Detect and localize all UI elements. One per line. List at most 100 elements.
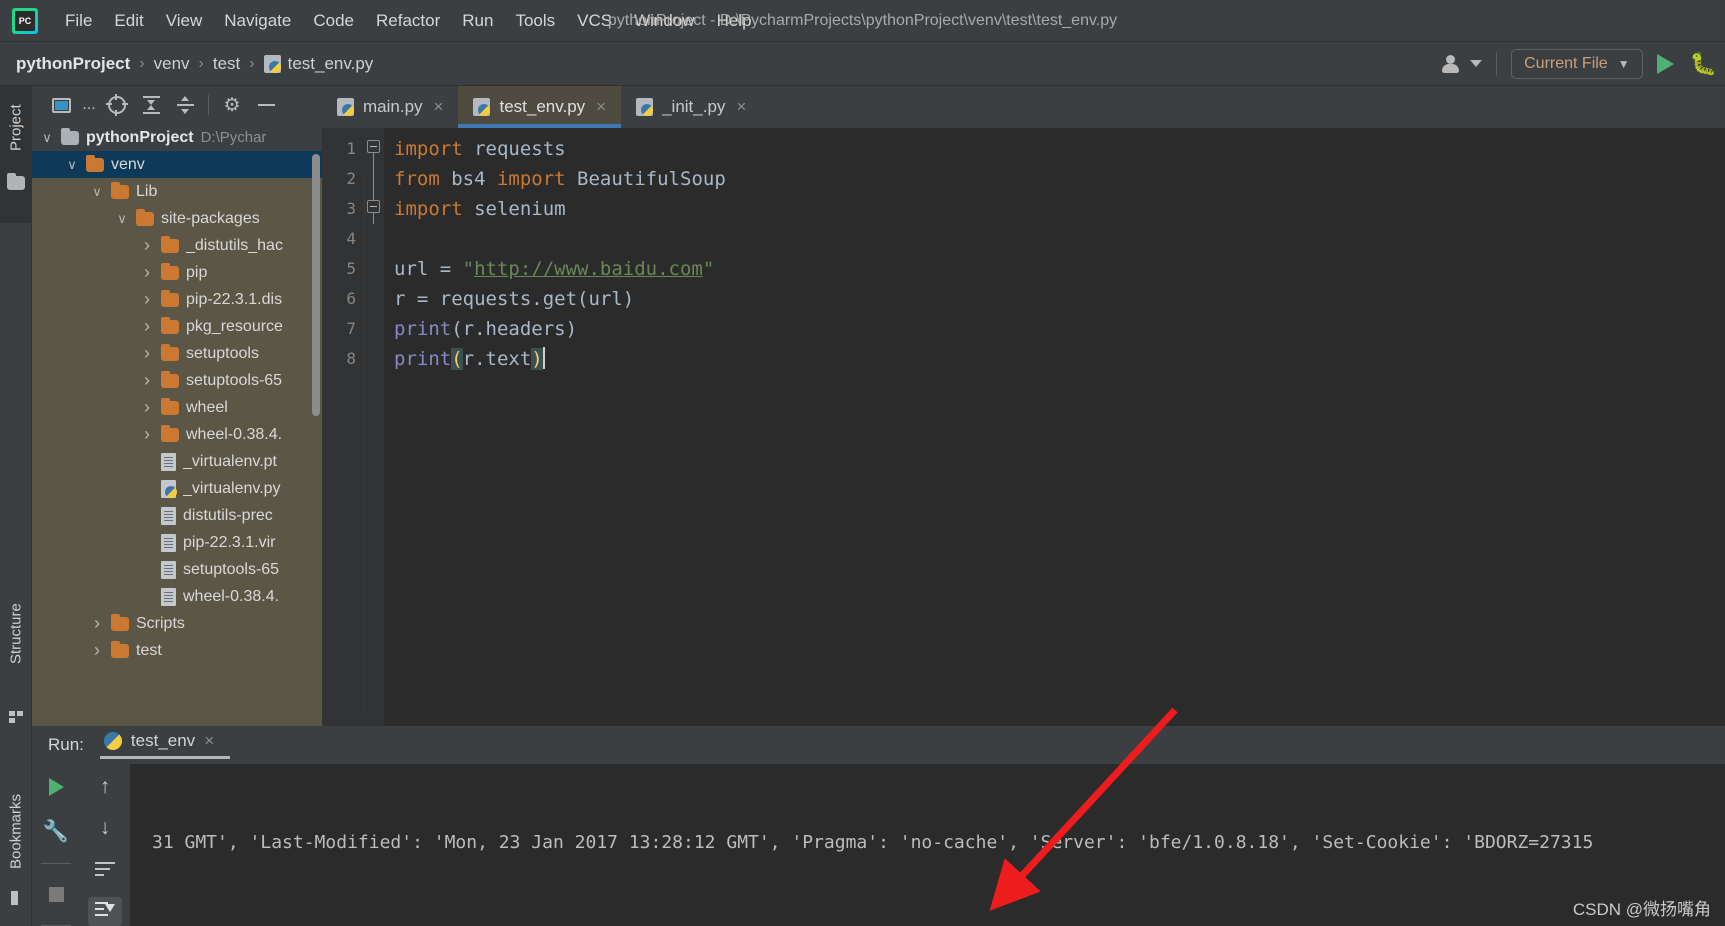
tree-item-venv[interactable]: venv xyxy=(32,151,322,178)
stop-button[interactable] xyxy=(39,880,73,909)
locate-file-button[interactable] xyxy=(100,91,134,119)
strip-button-structure[interactable]: Structure xyxy=(0,586,32,681)
prev-occurrence-button[interactable]: ↑ xyxy=(88,772,122,802)
code-line[interactable]: print(r.headers) xyxy=(384,314,1725,344)
line-number: 8 xyxy=(346,349,356,368)
strip-button-project[interactable]: Project xyxy=(0,90,32,166)
menu-item-file[interactable]: File xyxy=(54,8,103,34)
rerun-button[interactable] xyxy=(39,772,73,801)
editor-tab-test-env-py[interactable]: test_env.py × xyxy=(458,86,622,128)
tree-item-pkg-resource[interactable]: pkg_resource xyxy=(32,313,322,340)
fold-collapse-icon[interactable] xyxy=(367,140,380,153)
menu-item-navigate[interactable]: Navigate xyxy=(213,8,302,34)
chevron-right-icon[interactable] xyxy=(140,397,154,418)
run-button[interactable] xyxy=(1656,53,1674,74)
tree-item-wheel-0-38-4-[interactable]: wheel-0.38.4. xyxy=(32,583,322,610)
chevron-right-icon[interactable] xyxy=(140,289,154,310)
close-icon[interactable]: × xyxy=(736,97,746,117)
editor-tab-init-py[interactable]: _init_.py × xyxy=(621,86,761,128)
scroll-to-end-button[interactable] xyxy=(88,896,122,926)
tree-item-pip-22-3-1-dis[interactable]: pip-22.3.1.dis xyxy=(32,286,322,313)
menu-item-run[interactable]: Run xyxy=(451,8,504,34)
breadcrumb-file[interactable]: test_env.py xyxy=(263,54,373,74)
soft-wrap-button[interactable] xyxy=(88,855,122,885)
breadcrumb-separator: › xyxy=(198,54,204,72)
project-more-button[interactable]: ... xyxy=(78,91,100,119)
breadcrumb-venv[interactable]: venv xyxy=(154,54,190,74)
run-console-output[interactable]: 31 GMT', 'Last-Modified': 'Mon, 23 Jan 2… xyxy=(130,764,1725,926)
menu-item-tools[interactable]: Tools xyxy=(504,8,566,34)
close-icon[interactable]: × xyxy=(204,731,214,751)
tree-item-pip[interactable]: pip xyxy=(32,259,322,286)
menu-item-edit[interactable]: Edit xyxy=(103,8,154,34)
code-line[interactable]: import selenium xyxy=(384,194,1725,224)
next-occurrence-button[interactable]: ↓ xyxy=(88,814,122,844)
code-line[interactable]: r = requests.get(url) xyxy=(384,284,1725,314)
tree-item-label: _virtualenv.py xyxy=(183,479,281,497)
python-file-icon xyxy=(263,54,281,73)
hide-panel-button[interactable] xyxy=(249,91,283,119)
tree-item--virtualenv-pt[interactable]: _virtualenv.pt xyxy=(32,448,322,475)
tree-scrollbar[interactable] xyxy=(312,154,320,416)
chevron-down-icon[interactable] xyxy=(65,157,79,173)
tree-item-site-packages[interactable]: site-packages xyxy=(32,205,322,232)
tree-item-label: _distutils_hac xyxy=(186,236,283,254)
code-folding-gutter[interactable] xyxy=(364,128,384,726)
tree-item-distutils-prec[interactable]: distutils-prec xyxy=(32,502,322,529)
editor-tab-main-py[interactable]: main.py × xyxy=(322,86,458,128)
close-icon[interactable]: × xyxy=(434,97,444,117)
user-account-button[interactable] xyxy=(1442,54,1483,73)
expand-all-button[interactable] xyxy=(134,91,168,119)
code-lines[interactable]: import requests from bs4 import Beautiful… xyxy=(384,128,1725,726)
edit-configuration-button[interactable]: 🔧 xyxy=(39,817,73,846)
tree-item-test[interactable]: test xyxy=(32,637,322,664)
run-configuration-selector[interactable]: Current File ▼ xyxy=(1511,48,1643,79)
chevron-right-icon[interactable] xyxy=(140,235,154,256)
collapse-all-button[interactable] xyxy=(168,91,202,119)
expand-all-icon xyxy=(142,96,160,114)
chevron-right-icon[interactable] xyxy=(140,262,154,283)
scroll-to-end-icon xyxy=(95,902,115,920)
code-line[interactable]: import requests xyxy=(384,134,1725,164)
code-editor[interactable]: 12345678 import requests from bs4 import … xyxy=(322,128,1725,726)
tree-item--virtualenv-py[interactable]: _virtualenv.py xyxy=(32,475,322,502)
menu-item-view[interactable]: View xyxy=(155,8,214,34)
tree-item-wheel[interactable]: wheel xyxy=(32,394,322,421)
project-view-mode-button[interactable] xyxy=(44,91,78,119)
close-icon[interactable]: × xyxy=(596,97,606,117)
tree-item-setuptools-65[interactable]: setuptools-65 xyxy=(32,367,322,394)
tree-item-lib[interactable]: Lib xyxy=(32,178,322,205)
chevron-right-icon[interactable] xyxy=(140,316,154,337)
strip-button-bookmarks[interactable]: Bookmarks xyxy=(0,776,32,886)
run-tab-test-env[interactable]: test_env × xyxy=(99,731,231,759)
code-line[interactable]: url = "http://www.baidu.com" xyxy=(384,254,1725,284)
tree-item-wheel-0-38-4-[interactable]: wheel-0.38.4. xyxy=(32,421,322,448)
breadcrumb-project[interactable]: pythonProject xyxy=(16,54,130,74)
fold-collapse-icon[interactable] xyxy=(367,200,380,213)
debug-button[interactable]: 🐛 xyxy=(1690,52,1717,75)
menu-item-code[interactable]: Code xyxy=(302,8,365,34)
menu-item-refactor[interactable]: Refactor xyxy=(365,8,451,34)
tree-item--distutils-hac[interactable]: _distutils_hac xyxy=(32,232,322,259)
project-tool-window: ... ⚙ ∨ pythonProject D:\Pychar ∨ venv ∨… xyxy=(32,86,322,726)
tree-item-pythonproject[interactable]: pythonProject D:\Pychar xyxy=(32,124,322,151)
chevron-right-icon[interactable] xyxy=(140,343,154,364)
project-tree[interactable]: pythonProject D:\Pychar venv Libsite-packag… xyxy=(32,124,322,726)
chevron-right-icon[interactable] xyxy=(90,640,104,661)
chevron-right-icon[interactable] xyxy=(90,613,104,634)
folder-icon xyxy=(111,181,129,199)
chevron-down-icon[interactable] xyxy=(40,130,54,146)
code-line[interactable]: from bs4 import BeautifulSoup xyxy=(384,164,1725,194)
project-settings-button[interactable]: ⚙ xyxy=(215,91,249,119)
tree-item-pip-22-3-1-vir[interactable]: pip-22.3.1.vir xyxy=(32,529,322,556)
chevron-down-icon[interactable] xyxy=(90,184,104,200)
chevron-right-icon[interactable] xyxy=(140,424,154,445)
chevron-down-icon[interactable] xyxy=(115,211,129,227)
tree-item-setuptools[interactable]: setuptools xyxy=(32,340,322,367)
tree-item-scripts[interactable]: Scripts xyxy=(32,610,322,637)
tree-item-setuptools-65[interactable]: setuptools-65 xyxy=(32,556,322,583)
chevron-right-icon[interactable] xyxy=(140,370,154,391)
code-line[interactable] xyxy=(384,224,1725,254)
breadcrumb-test[interactable]: test xyxy=(213,54,240,74)
code-line[interactable]: print(r.text) xyxy=(384,344,1725,374)
